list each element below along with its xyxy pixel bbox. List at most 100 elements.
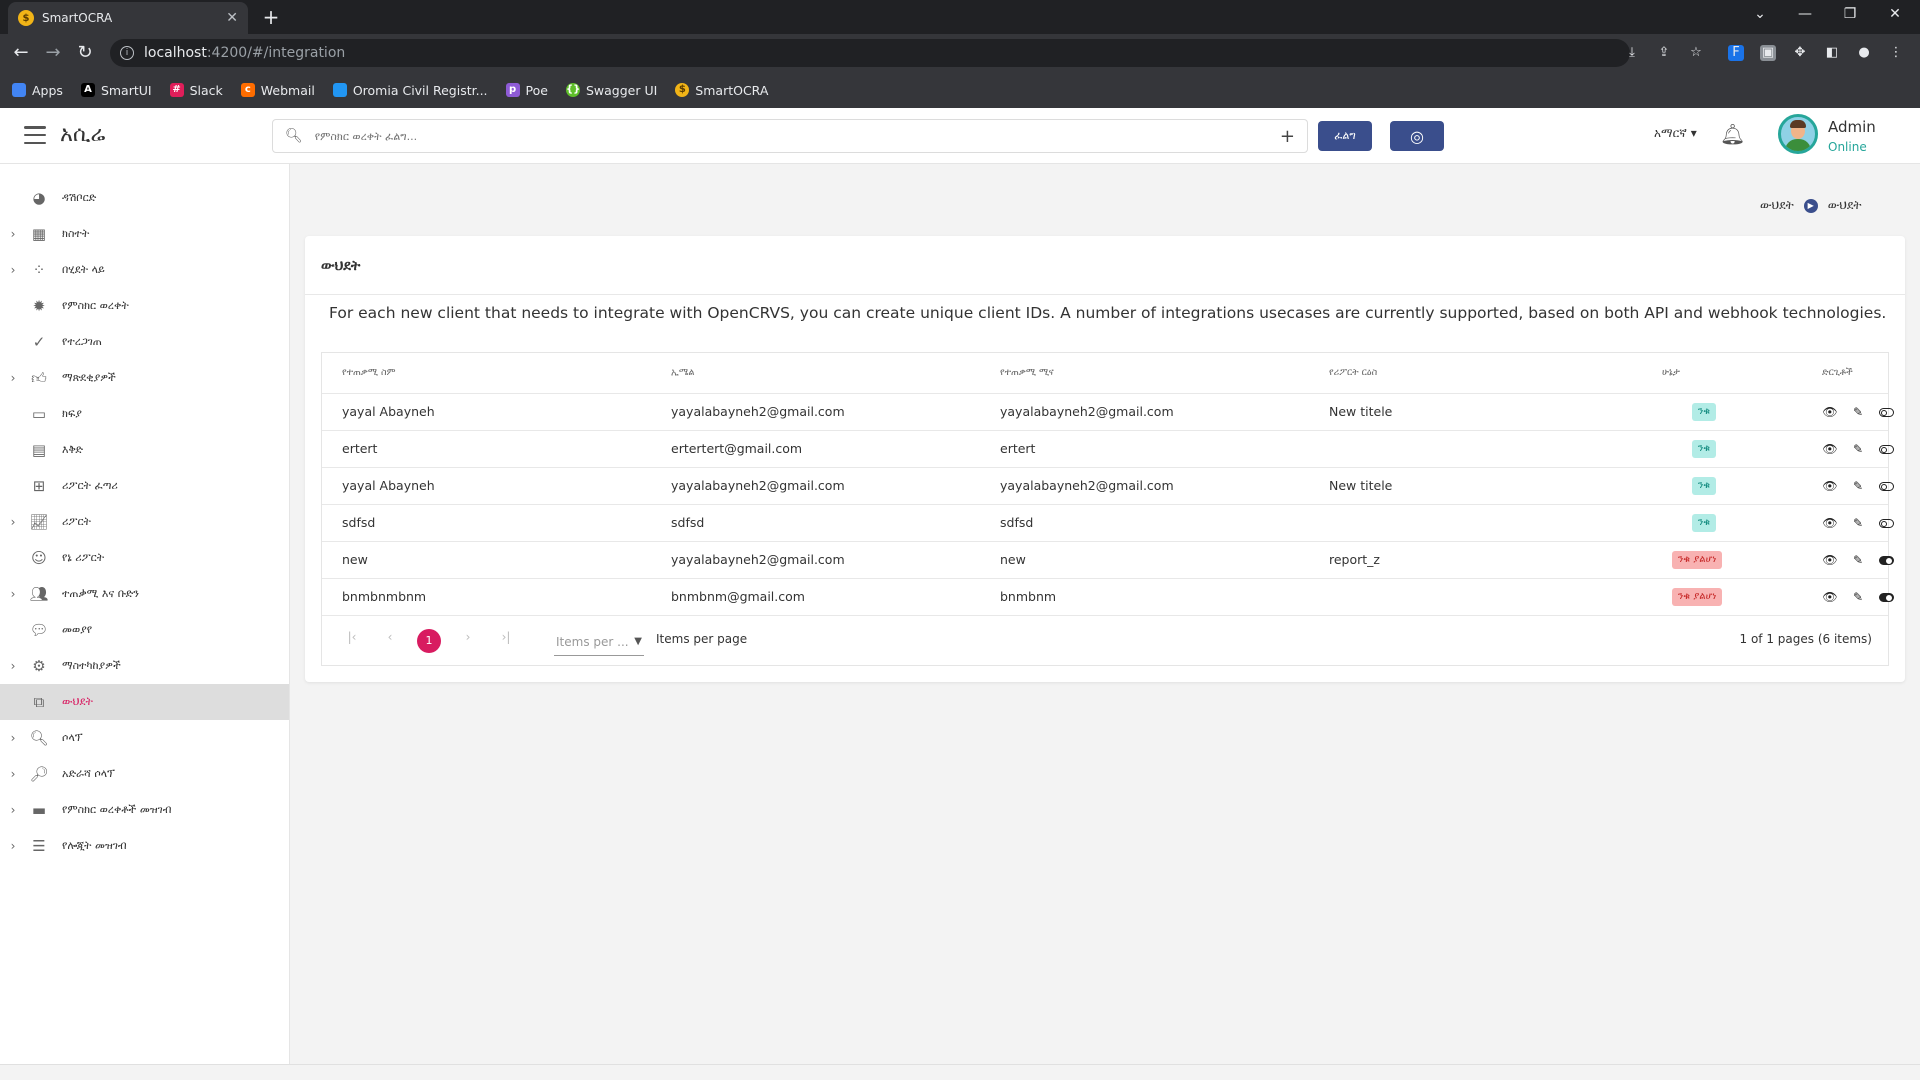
sidebar-item-address-search[interactable]: › 🔎︎ አድራሻ ሶላፕ [0,756,289,792]
sidebar-item-certificate[interactable]: ✹ የምስክር ወረቀት [0,288,289,324]
bookmark-poe[interactable]: p Poe [505,82,548,98]
search-bar: 🔍︎ + [272,119,1308,153]
close-window-button[interactable]: ✕ [1885,6,1905,22]
chevron-right-icon: › [10,263,16,277]
site-info-icon[interactable]: i [120,46,134,60]
sidebar-item-log-registry[interactable]: › ☰ የሎጂት መዝገብ [0,828,289,864]
install-app-icon[interactable]: ⤓ [1624,45,1640,61]
cell-report: New titele [1329,404,1393,419]
bookmark-oromia[interactable]: Oromia Civil Registr... [332,83,488,98]
view-eye-icon[interactable]: 👁︎ [1822,404,1838,420]
fingerprint-button[interactable]: ◎ [1390,121,1444,151]
sidebar-item-event[interactable]: › ▦ ክስተት [0,216,289,252]
table-row: new yayalabayneh2@gmail.com new report_z… [322,541,1894,578]
edit-pencil-icon[interactable]: ✎ [1850,404,1866,420]
current-page-button[interactable]: 1 [417,629,441,653]
forward-arrow-icon[interactable]: → [42,43,64,65]
new-tab-button[interactable]: + [260,6,282,28]
sidebar-item-label: በሂደት ላይ [62,263,105,276]
toggle-off-icon[interactable] [1878,404,1894,420]
menu-toggle-icon[interactable] [24,126,46,144]
extensions-puzzle-icon[interactable]: ✥ [1792,45,1808,61]
previous-page-icon[interactable]: ‹ [380,630,400,644]
edit-pencil-icon[interactable]: ✎ [1850,552,1866,568]
reload-icon[interactable]: ↻ [74,43,96,65]
view-eye-icon[interactable]: 👁︎ [1822,515,1838,531]
sidebar-item-chat[interactable]: 💬︎ መወያየ [0,612,289,648]
view-eye-icon[interactable]: 👁︎ [1822,589,1838,605]
side-panel-icon[interactable]: ◧ [1824,45,1840,61]
bookmark-swagger[interactable]: {} Swagger UI [565,82,658,98]
toggle-on-icon[interactable] [1878,552,1894,568]
minimize-button[interactable]: — [1795,6,1815,22]
sidebar-item-search[interactable]: › 🔍︎ ሶላፕ [0,720,289,756]
bookmark-slack[interactable]: # Slack [169,83,223,98]
toggle-off-icon[interactable] [1878,441,1894,457]
breadcrumb-parent[interactable]: ውህደት [1760,198,1794,213]
bookmark-star-icon[interactable]: ☆ [1688,45,1704,61]
toggle-off-icon[interactable] [1878,515,1894,531]
next-page-icon[interactable]: › [458,630,478,644]
bookmark-smartocra[interactable]: $ SmartOCRA [675,83,768,98]
toggle-on-icon[interactable] [1878,589,1894,605]
bookmark-apps[interactable]: Apps [12,83,63,98]
extension-grey-icon[interactable]: ▣ [1760,45,1776,61]
bookmark-label: Swagger UI [585,82,658,98]
language-select[interactable]: አማርኛ ▾ [1654,126,1697,141]
bookmark-label: Poe [525,82,548,98]
edit-pencil-icon[interactable]: ✎ [1850,589,1866,605]
url-field[interactable]: i localhost:4200/#/integration [110,39,1630,67]
chevron-right-icon: › [10,587,16,601]
view-eye-icon[interactable]: 👁︎ [1822,478,1838,494]
extension-fj-icon[interactable]: F [1728,45,1744,61]
edit-pencil-icon[interactable]: ✎ [1850,515,1866,531]
sidebar-item-users-groups[interactable]: › 👥︎ ተጠቃሚ እና ቡድን [0,576,289,612]
share-icon[interactable]: ⇪ [1656,45,1672,61]
sidebar-item-settings[interactable]: › ⚙ ማስተካከያዎች [0,648,289,684]
bookmark-webmail[interactable]: c Webmail [240,83,315,98]
tab-search-chevron-icon[interactable]: ⌄ [1750,6,1770,22]
column-header-username[interactable]: የተጠቃሚ ሚና [1000,353,1054,393]
view-eye-icon[interactable]: 👁︎ [1822,441,1838,457]
profile-icon[interactable]: ● [1856,45,1872,61]
edit-pencil-icon[interactable]: ✎ [1850,441,1866,457]
back-arrow-icon[interactable]: ← [10,43,32,65]
first-page-icon[interactable]: |‹ [342,630,362,644]
add-icon[interactable]: + [1280,126,1295,147]
toggle-off-icon[interactable] [1878,478,1894,494]
url-path: :4200/#/integration [206,45,346,61]
sidebar-item-approvals[interactable]: › 👍︎ ማጽደቂያዎች [0,360,289,396]
sidebar-item-certificate-registry[interactable]: › ▬ የምስክር ወረቀቶች መዝገብ [0,792,289,828]
last-page-icon[interactable]: ›| [496,630,516,644]
restore-button[interactable]: ❐ [1840,6,1860,22]
browser-tab[interactable]: $ SmartOCRA ✕ [8,2,248,34]
sidebar-item-payment[interactable]: ▭ ክፍያ [0,396,289,432]
browser-menu-icon[interactable]: ⋮ [1888,45,1904,61]
view-eye-icon[interactable]: 👁︎ [1822,552,1838,568]
cell-report: report_z [1329,552,1380,567]
status-badge: ንቁ ያልሆነ [1672,588,1723,606]
edit-pencil-icon[interactable]: ✎ [1850,478,1866,494]
bookmark-smartui[interactable]: A SmartUI [80,83,152,98]
search-button[interactable]: ፈልግ [1318,121,1372,151]
sidebar-item-report[interactable]: › 📈︎ ሪፖርት [0,504,289,540]
column-header-status[interactable]: ሁኔታ [1662,353,1680,393]
sidebar-item-plan[interactable]: ▤ እቅድ [0,432,289,468]
items-per-page-select[interactable]: Items per ... ▼ [554,630,644,656]
avatar[interactable] [1778,114,1818,154]
sidebar-item-my-report[interactable]: ☺ የኔ ሪፖርት [0,540,289,576]
column-header-report[interactable]: የሪፖርት ርዕስ [1329,353,1377,393]
webmail-icon: c [240,83,255,97]
sidebar-item-in-progress[interactable]: › ⁘ በሂደት ላይ [0,252,289,288]
gear-icon: ⚙ [32,657,46,675]
sidebar-item-integration[interactable]: ⧉ ውህደት [0,684,289,720]
search-input[interactable] [314,129,1280,143]
cell-name: ertert [342,441,378,456]
close-tab-icon[interactable]: ✕ [226,10,238,26]
sidebar-item-verified[interactable]: ✓ የተረጋገጠ [0,324,289,360]
sidebar-item-report-builder[interactable]: ⊞ ሪፖርት ፈጣሪ [0,468,289,504]
column-header-email[interactable]: ኢሜል [671,353,694,393]
sidebar-item-dashboard[interactable]: ◕ ዳሽቦርድ [0,180,289,216]
notification-bell-icon[interactable]: 🔔︎ [1720,122,1745,146]
column-header-name[interactable]: የተጠቃሚ ስም [342,353,396,393]
